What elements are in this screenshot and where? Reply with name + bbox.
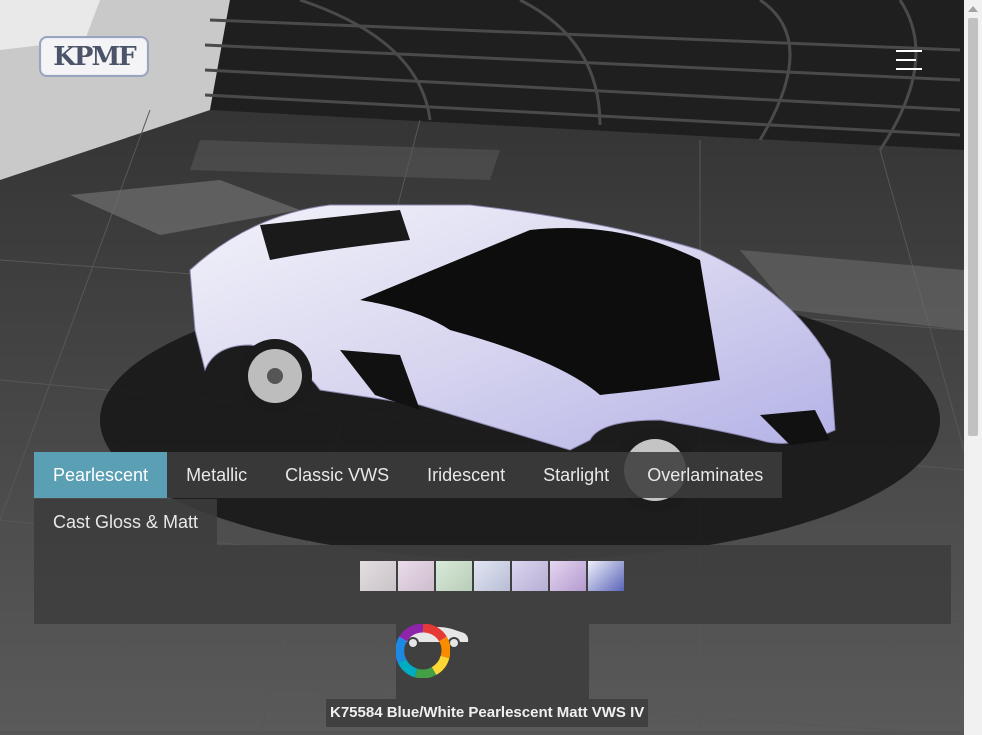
tab-metallic[interactable]: Metallic (167, 452, 267, 498)
tab-cast-gloss-matt[interactable]: Cast Gloss & Matt (34, 499, 218, 545)
tools-panel (396, 624, 589, 700)
finish-category-tabs: Pearlescent Metallic Classic VWS Iridesc… (34, 452, 804, 545)
color-swatch[interactable] (398, 561, 434, 591)
car-3d-viewer[interactable]: KPMF Pearlescent Metallic Classic VWS Ir… (0, 0, 964, 735)
swatch-panel (34, 545, 951, 624)
color-swatch[interactable] (474, 561, 510, 591)
tab-classic-vws[interactable]: Classic VWS (266, 452, 409, 498)
kpmf-logo[interactable]: KPMF (39, 36, 149, 77)
color-wheel-icon[interactable] (396, 624, 450, 678)
selected-color-label: K75584 Blue/White Pearlescent Matt VWS I… (326, 699, 649, 727)
tab-overlaminates[interactable]: Overlaminates (628, 452, 783, 498)
color-swatch[interactable] (512, 561, 548, 591)
bottom-strip (0, 731, 964, 735)
scroll-up-arrow-icon[interactable] (968, 6, 978, 12)
color-swatch[interactable] (360, 561, 396, 591)
color-swatch[interactable] (436, 561, 472, 591)
tab-starlight[interactable]: Starlight (524, 452, 629, 498)
color-swatch[interactable] (588, 561, 624, 591)
vertical-scrollbar[interactable] (964, 0, 982, 735)
swatch-list (360, 561, 624, 591)
logo-text: KPMF (53, 41, 136, 72)
hamburger-menu-icon[interactable] (896, 50, 928, 76)
tab-pearlescent[interactable]: Pearlescent (34, 452, 168, 498)
color-swatch[interactable] (550, 561, 586, 591)
tab-iridescent[interactable]: Iridescent (408, 452, 525, 498)
scroll-thumb[interactable] (968, 18, 978, 436)
